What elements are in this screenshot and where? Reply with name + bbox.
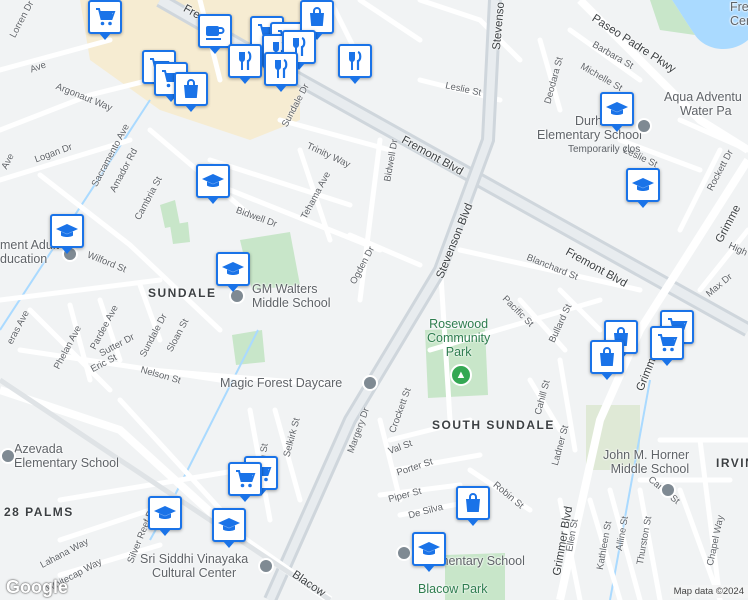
place-durham-status: Temporarily clos [568,144,641,155]
restaurant-pin[interactable] [228,44,262,84]
daycare-marker-icon[interactable] [362,375,378,391]
place-central-park[interactable]: Fre Centr [730,0,748,28]
place-aqua-2[interactable]: Water Pa [680,104,732,118]
school-pin[interactable] [412,532,446,572]
shopping-bag-icon [461,491,485,515]
restaurant-icon [233,49,257,73]
cafe-pin[interactable] [198,14,232,54]
park-tree-icon[interactable]: ▲ [450,364,472,386]
map-attribution[interactable]: Map data ©2024 [669,585,748,598]
school-pin[interactable] [212,508,246,548]
shopping-cart-pin[interactable] [650,326,684,366]
restaurant-icon [343,49,367,73]
school-marker-icon-2[interactable] [636,118,652,134]
shopping-bag-pin[interactable] [590,340,624,380]
place-magic-forest[interactable]: Magic Forest Daycare [220,376,342,390]
shopping-cart-icon [93,5,117,29]
shopping-cart-pin[interactable] [228,462,262,502]
school-pin[interactable] [600,92,634,132]
school-icon [201,169,225,193]
neighborhood-irvington: IRVIN [716,456,748,470]
school-pin[interactable] [626,168,660,208]
place-azevada[interactable]: Azevada Elementary School [14,442,119,470]
school-pin[interactable] [148,496,182,536]
neighborhood-sundale: SUNDALE [148,286,217,300]
shopping-bag-pin[interactable] [456,486,490,526]
shopping-bag-pin[interactable] [300,0,334,40]
school-marker-icon-5[interactable] [396,545,412,561]
school-marker-icon-3[interactable] [660,482,676,498]
school-pin[interactable] [196,164,230,204]
shopping-bag-icon [305,5,329,29]
map-canvas[interactable]: SUNDALE SOUTH SUNDALE 28 PALMS IRVIN Fre… [0,0,748,600]
place-aqua[interactable]: Aqua Adventu [664,90,742,104]
restaurant-pin[interactable] [338,44,372,84]
shopping-cart-icon [655,331,679,355]
place-walters-school[interactable]: GM Walters Middle School [252,282,331,310]
school-icon [217,513,241,537]
shopping-cart-icon [233,467,257,491]
shopping-cart-pin[interactable] [88,0,122,40]
school-icon [153,501,177,525]
temple-marker-icon[interactable] [258,558,274,574]
school-icon [631,173,655,197]
shopping-bag-icon [179,77,203,101]
cafe-icon [203,19,227,43]
place-rosewood-park[interactable]: Rosewood Community Park [427,317,490,359]
map-base [0,0,748,600]
school-icon [221,257,245,281]
place-blacow-park[interactable]: Blacow Park [418,582,487,596]
school-icon [55,219,79,243]
neighborhood-28-palms: 28 PALMS [4,505,74,519]
restaurant-icon [269,57,293,81]
shopping-bag-pin[interactable] [174,72,208,112]
school-icon [605,97,629,121]
restaurant-pin[interactable] [264,52,298,92]
neighborhood-south-sundale: SOUTH SUNDALE [432,418,555,432]
place-durham-2[interactable]: Elementary School [537,128,642,142]
place-horner-school[interactable]: John M. Horner Middle School [603,448,689,476]
shopping-bag-icon [595,345,619,369]
place-siddhi[interactable]: Sri Siddhi Vinayaka Cultural Center [140,552,248,580]
school-icon [417,537,441,561]
google-logo: Google [6,577,68,597]
place-durham[interactable]: Durh [575,114,602,128]
school-marker-icon-4[interactable] [0,448,16,464]
school-pin[interactable] [216,252,250,292]
school-pin[interactable] [50,214,84,254]
